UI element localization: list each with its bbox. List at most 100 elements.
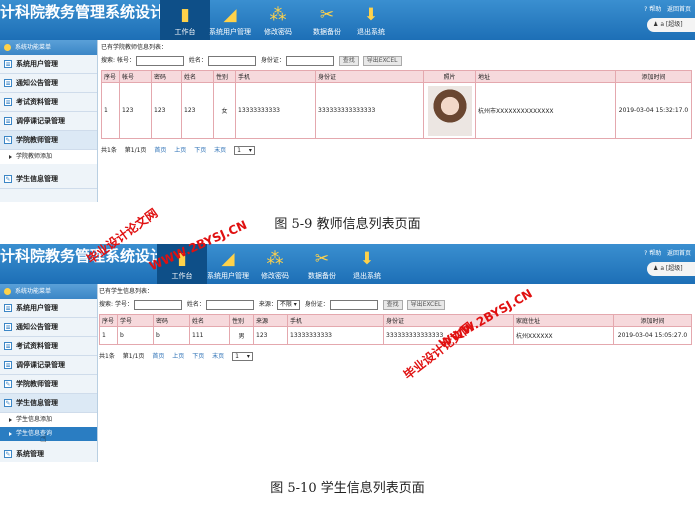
sidebar-item-system-admin[interactable]: ✎ 系统管理 — [0, 445, 97, 462]
student-id-input[interactable] — [133, 299, 182, 310]
sidebar-item-class-changes[interactable]: ≡ 调停课记录管理 — [0, 112, 97, 131]
export-excel-button[interactable]: 导出EXCEL — [362, 55, 402, 66]
next-page-link[interactable]: 下页 — [194, 147, 206, 154]
photo-cell — [423, 82, 476, 139]
column-header: 照片 — [423, 70, 476, 83]
table-row[interactable]: 1 123 123 123 女 13333333333 333333333333… — [101, 82, 692, 139]
help-link[interactable]: 帮助 — [649, 6, 661, 13]
sidebar: 系统功能菜单 ≡ 系统用户管理 ≡ 通知公告管理 ≡ 考试资料管理 ≡ 调停课记录管理 … — [0, 284, 98, 462]
user-icon: ♟ — [653, 265, 659, 272]
page-select[interactable]: 1 ▾ — [234, 146, 255, 155]
sidebar-subitem-add-student[interactable]: 学生信息添加 — [0, 413, 97, 427]
column-header: 密码 — [153, 314, 190, 327]
tools-icon: ✂ — [319, 5, 335, 25]
column-header: 地址 — [475, 70, 616, 83]
list-icon: ≡ — [4, 98, 12, 106]
system-title: 计科院教务管理系统设计与实现 — [0, 4, 160, 20]
column-header: 身份证 — [315, 70, 424, 83]
tools-icon: ✂ — [314, 249, 330, 269]
table-header-row: 序号 学号 密码 姓名 性别 来源 手机 身份证 家庭住址 添加时间 — [99, 314, 692, 327]
search-bar: 搜索: 帐号： 姓名： 身份证： 查找 导出EXCEL — [101, 54, 695, 68]
network-icon: ⁂ — [266, 249, 284, 269]
sidebar-menu-title: 系统功能菜单 — [0, 40, 97, 55]
first-page-link[interactable]: 首页 — [154, 147, 166, 154]
next-page-link[interactable]: 下页 — [192, 353, 204, 360]
table-row[interactable]: 1 b b 111 男 123 13333333333 333333333333… — [99, 326, 692, 345]
table-cell: 123 — [119, 82, 152, 139]
nav-data-backup[interactable]: ✂ 数据备份 — [297, 244, 347, 284]
sidebar-item-system-users[interactable]: ≡ 系统用户管理 — [0, 55, 97, 74]
edit-icon: ✎ — [4, 136, 12, 144]
table-cell: 13333333333 — [235, 82, 316, 139]
sidebar-menu-title: 系统功能菜单 — [0, 284, 97, 299]
user-badge[interactable]: ♟ a [超级] — [647, 18, 695, 32]
sidebar-item-teachers[interactable]: ✎ 学院教师管理 — [0, 375, 97, 394]
teacher-list-screenshot: 计科院教务管理系统设计与实现 ▮ 工作台 ◢ 系统用户管理 ⁂ 修改密码 ✂ 数… — [0, 0, 695, 202]
search-button[interactable]: 查找 — [338, 55, 359, 66]
help-link[interactable]: 帮助 — [649, 250, 661, 257]
last-page-link[interactable]: 末页 — [212, 353, 224, 360]
edit-icon: ✎ — [4, 450, 12, 458]
sidebar-item-exam-materials[interactable]: ≡ 考试资料管理 — [0, 337, 97, 356]
nav-workbench[interactable]: ▮ 工作台 — [160, 0, 210, 40]
list-icon: ≡ — [4, 342, 12, 350]
nav-logout[interactable]: ⬇ 退出系统 — [342, 244, 392, 284]
sidebar-item-notices[interactable]: ≡ 通知公告管理 — [0, 74, 97, 93]
prev-page-link[interactable]: 上页 — [172, 353, 184, 360]
last-page-link[interactable]: 末页 — [214, 147, 226, 154]
nav-change-password[interactable]: ⁂ 修改密码 — [253, 0, 303, 40]
figure-caption-1: 图 5-9 教师信息列表页面 — [274, 217, 421, 232]
user-badge[interactable]: ♟ a [超级] — [647, 262, 695, 276]
help-icon: ? — [644, 6, 648, 13]
list-icon: ≡ — [4, 60, 12, 68]
column-header: 来源 — [253, 314, 288, 327]
table-cell: 女 — [213, 82, 236, 139]
first-page-link[interactable]: 首页 — [152, 353, 164, 360]
table-cell: 2019-03-04 15:05:27.0 — [613, 326, 692, 345]
table-cell: 123 — [151, 82, 182, 139]
nav-logout[interactable]: ⬇ 退出系统 — [346, 0, 396, 40]
column-header: 添加时间 — [615, 70, 692, 83]
sidebar: 系统功能菜单 ≡ 系统用户管理 ≡ 通知公告管理 ≡ 考试资料管理 ≡ 调停课记录管理 … — [0, 40, 98, 202]
column-header: 性别 — [213, 70, 236, 83]
account-input[interactable] — [135, 55, 184, 66]
sidebar-item-students[interactable]: ✎ 学生信息管理 — [0, 394, 97, 413]
nav-data-backup[interactable]: ✂ 数据备份 — [302, 0, 352, 40]
name-input[interactable] — [205, 299, 254, 310]
list-icon: ≡ — [4, 361, 12, 369]
nav-user-management[interactable]: ◢ 系统用户管理 — [203, 244, 253, 284]
table-cell: 杭州XXXXXX — [513, 326, 614, 345]
table-cell: b — [153, 326, 190, 345]
edit-icon: ✎ — [4, 175, 12, 183]
sidebar-subitem-add-teacher[interactable]: 学院教师添加 — [0, 150, 97, 164]
idcard-input[interactable] — [285, 55, 334, 66]
pencil-ruler-icon: ◢ — [223, 5, 237, 25]
sidebar-item-notices[interactable]: ≡ 通知公告管理 — [0, 318, 97, 337]
main-content: 已有学生信息列表： 搜索: 学号： 姓名： 来源： 不限 ▾ 身份证： 查找 导出… — [99, 286, 693, 363]
idcard-input[interactable] — [329, 299, 378, 310]
top-links: ? 帮助 返回首页 — [644, 248, 691, 257]
sidebar-subitem-query-student[interactable]: 学生信息查询 — [0, 427, 97, 441]
home-link[interactable]: 返回首页 — [667, 6, 691, 13]
nav-user-management[interactable]: ◢ 系统用户管理 — [205, 0, 255, 40]
figure-caption-2: 图 5-10 学生信息列表页面 — [270, 481, 425, 496]
source-select[interactable]: 不限 ▾ — [276, 299, 300, 310]
home-link[interactable]: 返回首页 — [667, 250, 691, 257]
nav-change-password[interactable]: ⁂ 修改密码 — [250, 244, 300, 284]
sidebar-item-class-changes[interactable]: ≡ 调停课记录管理 — [0, 356, 97, 375]
page-select[interactable]: 1 ▾ — [232, 352, 253, 361]
sidebar-item-students[interactable]: ✎ 学生信息管理 — [0, 170, 97, 189]
sidebar-item-exam-materials[interactable]: ≡ 考试资料管理 — [0, 93, 97, 112]
sidebar-item-system-users[interactable]: ≡ 系统用户管理 — [0, 299, 97, 318]
table-header-row: 序号 帐号 密码 姓名 性别 手机 身份证 照片 地址 添加时间 — [101, 70, 692, 83]
sidebar-item-teachers[interactable]: ✎ 学院教师管理 — [0, 131, 97, 150]
export-excel-button[interactable]: 导出EXCEL — [406, 299, 446, 310]
table-cell: 123 — [181, 82, 214, 139]
help-icon: ? — [644, 250, 648, 257]
prev-page-link[interactable]: 上页 — [174, 147, 186, 154]
table-cell: 2019-03-04 15:32:17.0 — [615, 82, 692, 139]
search-button[interactable]: 查找 — [382, 299, 403, 310]
name-input[interactable] — [207, 55, 256, 66]
table-cell: 杭州市XXXXXXXXXXXXXX — [475, 82, 616, 139]
download-icon: ⬇ — [359, 249, 375, 269]
